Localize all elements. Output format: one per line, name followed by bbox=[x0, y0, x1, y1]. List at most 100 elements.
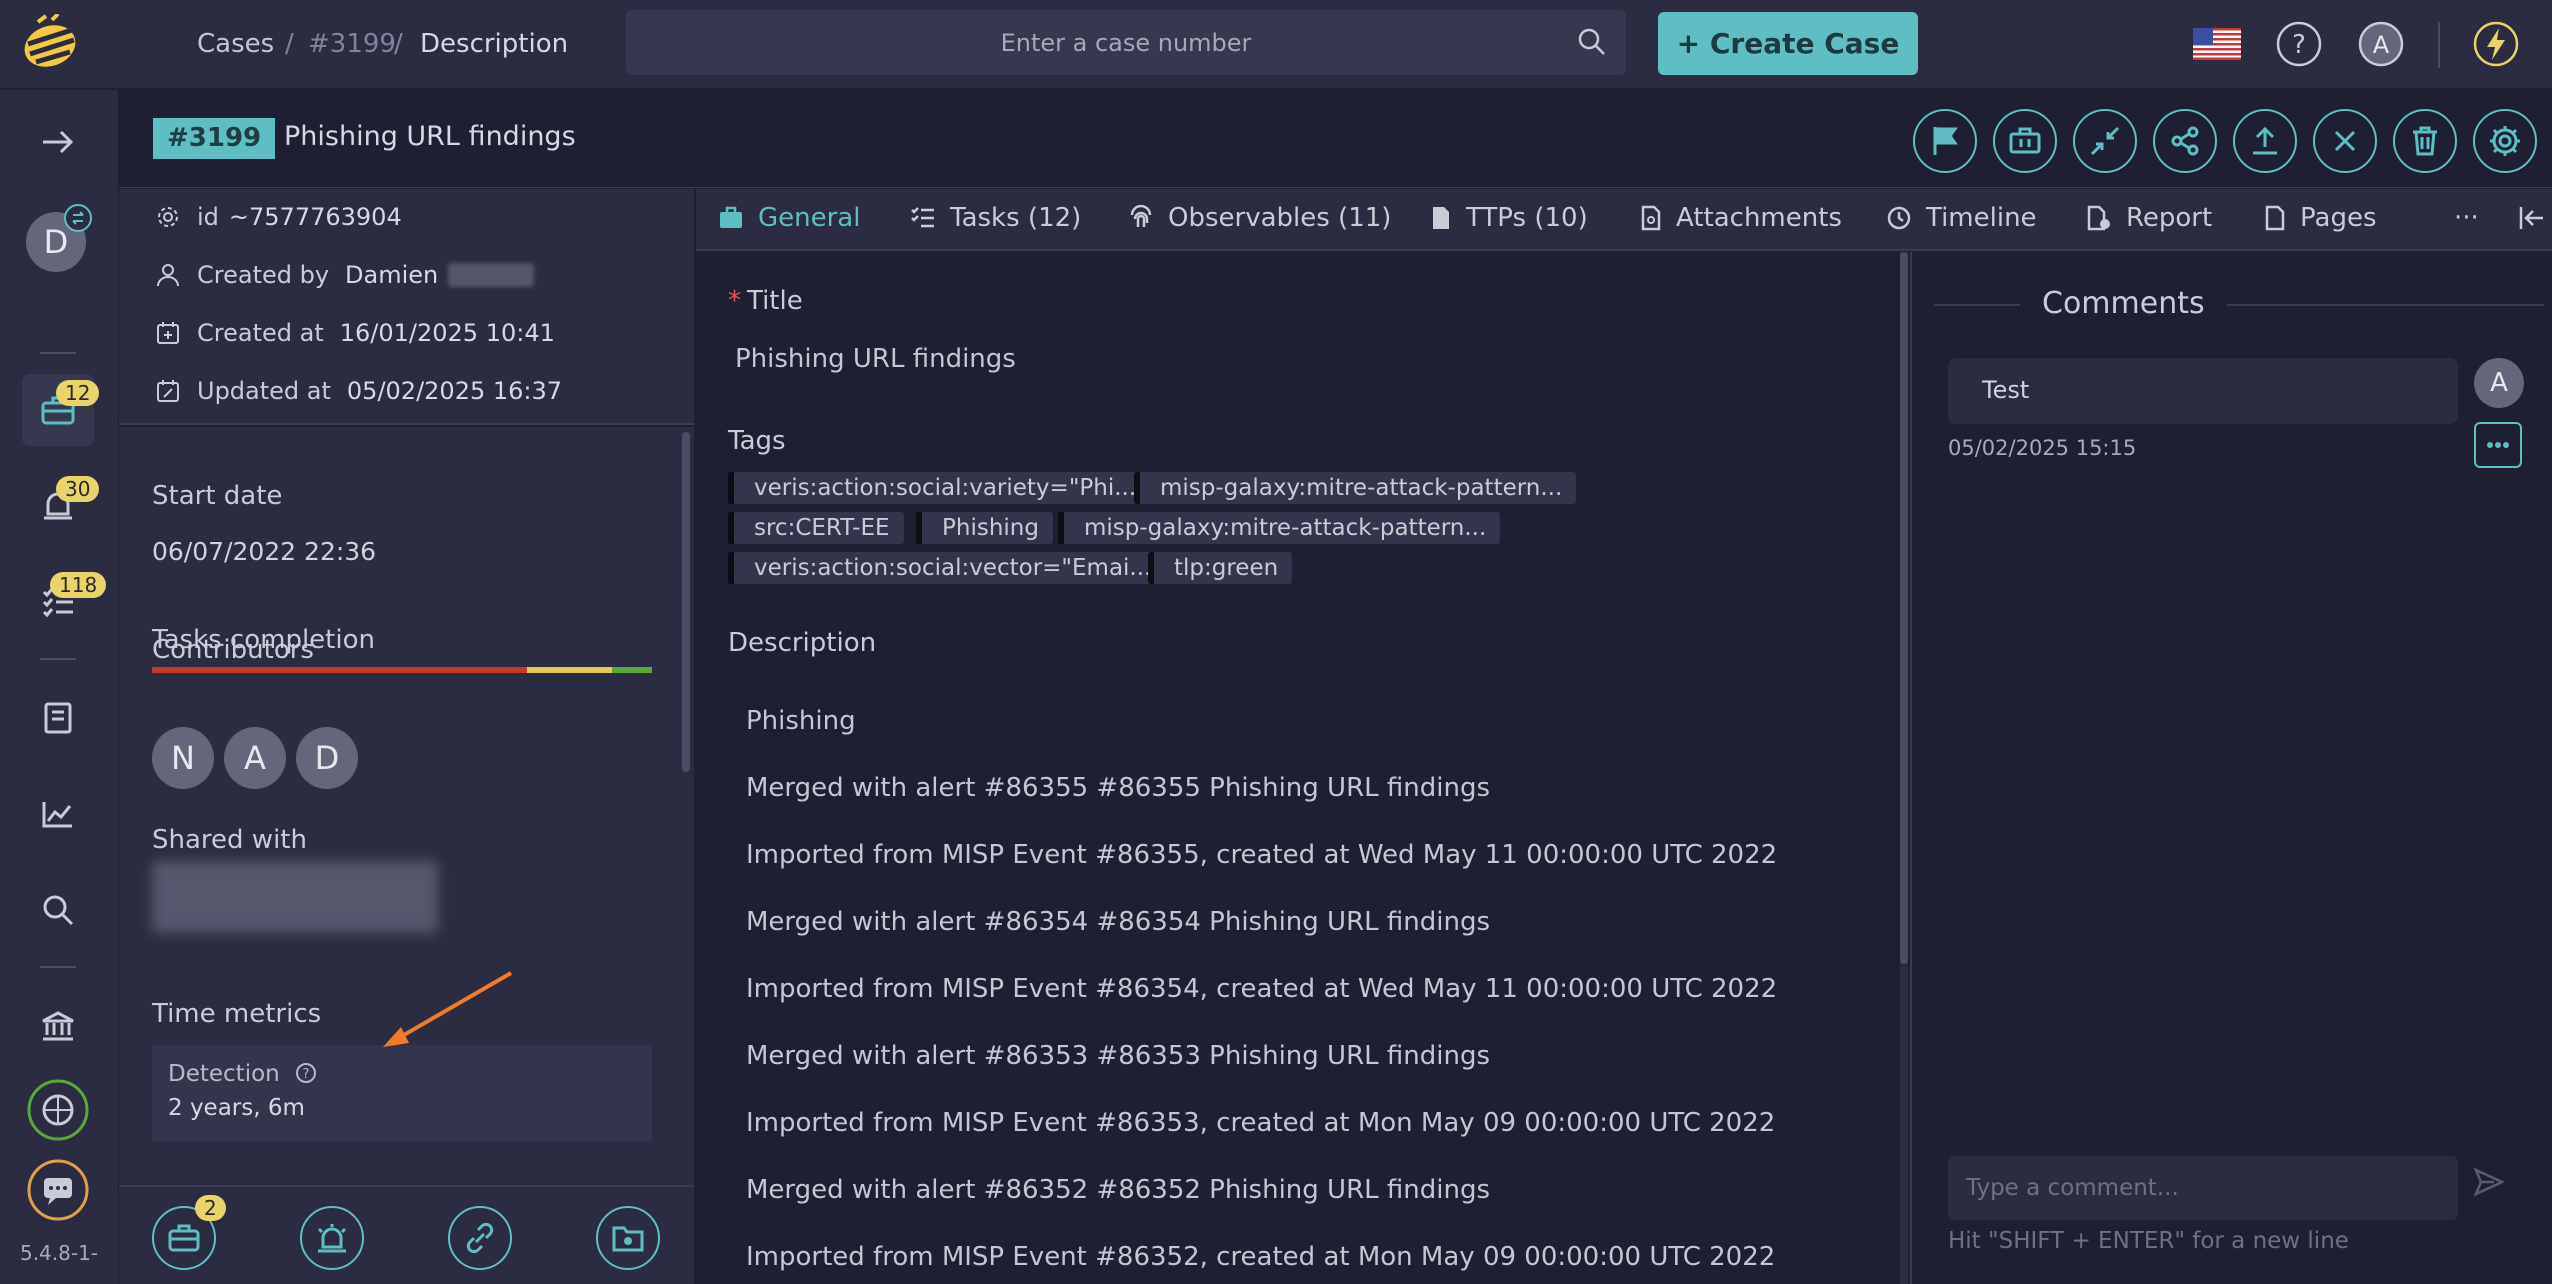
description-line: Merged with alert #86352 #86352 Phishing… bbox=[746, 1175, 1491, 1205]
detection-value: 2 years, 6m bbox=[168, 1095, 305, 1121]
meta-id: id ~7577763904 bbox=[155, 203, 402, 231]
general-tab-content[interactable]: * Title Phishing URL findings Tags veris:… bbox=[696, 252, 1908, 1284]
nav-divider bbox=[40, 352, 76, 354]
tag-chip[interactable]: src:CERT-EE bbox=[728, 512, 904, 544]
search-input[interactable] bbox=[626, 10, 1626, 75]
page-icon bbox=[2265, 205, 2285, 231]
breadcrumb-separator: / bbox=[394, 29, 403, 59]
expand-nav-icon[interactable] bbox=[22, 106, 94, 178]
contributor-avatar[interactable]: N bbox=[152, 727, 214, 789]
svg-text:?: ? bbox=[303, 1067, 310, 1082]
contributor-avatar[interactable]: A bbox=[224, 727, 286, 789]
tag-chip[interactable]: misp-galaxy:mitre-attack-pattern... bbox=[1058, 512, 1501, 544]
user-menu-avatar[interactable]: D bbox=[22, 202, 94, 274]
description-label: Description bbox=[728, 628, 877, 658]
tag-chip[interactable]: veris:action:social:vector="Emai... bbox=[728, 552, 1166, 584]
tasks-count-badge: 118 bbox=[50, 572, 107, 598]
comment-input[interactable] bbox=[1948, 1156, 2458, 1220]
contributor-avatar[interactable]: D bbox=[296, 727, 358, 789]
help-icon[interactable]: ? bbox=[2275, 20, 2323, 68]
user-avatar[interactable]: A bbox=[2357, 20, 2405, 68]
clock-icon bbox=[1887, 206, 1911, 230]
progress-segment-yellow bbox=[527, 667, 612, 673]
tag-chip[interactable]: Phishing bbox=[916, 512, 1053, 544]
tab-pages[interactable]: Pages bbox=[2264, 203, 2377, 233]
responders-button[interactable] bbox=[596, 1206, 660, 1270]
nav-chat[interactable] bbox=[22, 1154, 94, 1226]
export-button[interactable] bbox=[2233, 109, 2297, 173]
tab-timeline[interactable]: Timeline bbox=[1886, 203, 2037, 233]
delete-case-button[interactable] bbox=[2393, 109, 2457, 173]
svg-text:A: A bbox=[2373, 31, 2390, 59]
link-icon bbox=[466, 1222, 494, 1254]
nav-dashboards[interactable] bbox=[22, 778, 94, 850]
tag-chip[interactable]: tlp:green bbox=[1148, 552, 1293, 584]
bank-icon bbox=[42, 1011, 74, 1041]
flag-button[interactable] bbox=[1913, 109, 1977, 173]
scrollbar-thumb[interactable] bbox=[1900, 252, 1908, 964]
nav-knowledge-base[interactable] bbox=[22, 682, 94, 754]
case-tabs: General Tasks (12) Observables (11) TTPs… bbox=[696, 189, 2552, 251]
search-icon[interactable] bbox=[1576, 26, 1608, 58]
nav-search[interactable] bbox=[22, 874, 94, 946]
description-line: Merged with alert #86355 #86355 Phishing… bbox=[746, 773, 1491, 803]
case-settings-button[interactable] bbox=[2473, 109, 2537, 173]
share-button[interactable] bbox=[2153, 109, 2217, 173]
title-value[interactable]: Phishing URL findings bbox=[735, 344, 1016, 374]
user-icon bbox=[157, 264, 179, 287]
related-alerts-button[interactable] bbox=[300, 1206, 364, 1270]
tabs-more-button[interactable]: ··· bbox=[2454, 203, 2479, 233]
nav-cortex[interactable] bbox=[22, 1074, 94, 1146]
breadcrumb-cases[interactable]: Cases bbox=[197, 28, 274, 60]
start-date-label: Start date bbox=[152, 481, 283, 511]
thehive-logo-icon[interactable] bbox=[18, 14, 82, 74]
breadcrumb-case-id[interactable]: #3199 bbox=[308, 28, 396, 60]
create-case-button[interactable]: + Create Case bbox=[1658, 12, 1918, 75]
meta-created-at: Created at 16/01/2025 10:41 bbox=[155, 319, 555, 347]
nav-divider bbox=[40, 966, 76, 968]
created-by-value: Damien bbox=[345, 261, 439, 289]
merge-case-button[interactable] bbox=[1993, 109, 2057, 173]
tag-chip[interactable]: veris:action:social:variety="Phi... bbox=[728, 472, 1151, 504]
magnifier-icon bbox=[43, 895, 74, 926]
case-search bbox=[626, 10, 1626, 75]
merge-alerts-button[interactable] bbox=[2073, 109, 2137, 173]
comment-hint: Hit "SHIFT + ENTER" for a new line bbox=[1948, 1228, 2349, 1254]
chart-icon bbox=[42, 802, 72, 828]
tab-tasks[interactable]: Tasks (12) bbox=[910, 203, 1081, 233]
detection-metric: Detection ? 2 years, 6m bbox=[152, 1045, 652, 1141]
calendar-edit-icon bbox=[157, 380, 179, 402]
comment-bubble: Test bbox=[1948, 358, 2458, 424]
fingerprint-icon bbox=[1130, 205, 1152, 227]
comment-text: Test bbox=[1982, 376, 2030, 404]
observables-links-button[interactable] bbox=[448, 1206, 512, 1270]
case-header: #3199 Phishing URL findings bbox=[119, 90, 2552, 188]
panel-scrollbar[interactable] bbox=[682, 432, 690, 772]
tab-attachments[interactable]: Attachments bbox=[1640, 203, 1842, 233]
close-case-button[interactable] bbox=[2313, 109, 2377, 173]
start-date-value[interactable]: 06/07/2022 22:36 bbox=[152, 537, 376, 566]
nav-organisation[interactable] bbox=[22, 990, 94, 1062]
info-question-icon[interactable]: ? bbox=[295, 1062, 317, 1084]
report-file-icon bbox=[2087, 205, 2110, 231]
language-flag-icon[interactable] bbox=[2193, 28, 2241, 60]
cases-count-badge: 12 bbox=[56, 380, 100, 406]
collapse-panel-button[interactable] bbox=[2518, 205, 2546, 231]
close-icon bbox=[2334, 130, 2356, 152]
case-details-scroll[interactable]: Start date 06/07/2022 22:36 Tasks comple… bbox=[119, 427, 694, 1185]
tab-report[interactable]: Report bbox=[2086, 203, 2212, 233]
annotation-arrow bbox=[383, 971, 513, 1047]
cog-icon bbox=[158, 207, 178, 227]
lightning-icon[interactable] bbox=[2472, 20, 2520, 68]
comment-options-button[interactable] bbox=[2474, 422, 2522, 468]
send-icon[interactable] bbox=[2474, 1168, 2504, 1196]
divider bbox=[2438, 22, 2440, 68]
comments-title: Comments bbox=[2020, 286, 2227, 321]
tab-observables[interactable]: Observables (11) bbox=[1128, 203, 1391, 233]
meta-created-by: Created by Damien bbox=[155, 261, 535, 289]
tab-ttps[interactable]: TTPs (10) bbox=[1430, 203, 1588, 233]
tab-general[interactable]: General bbox=[718, 203, 860, 233]
tag-chip[interactable]: misp-galaxy:mitre-attack-pattern... bbox=[1134, 472, 1577, 504]
breadcrumb-separator: / bbox=[285, 29, 294, 59]
comments-panel: Comments Test A 05/02/2025 15:15 Hit "SH… bbox=[1910, 252, 2552, 1284]
